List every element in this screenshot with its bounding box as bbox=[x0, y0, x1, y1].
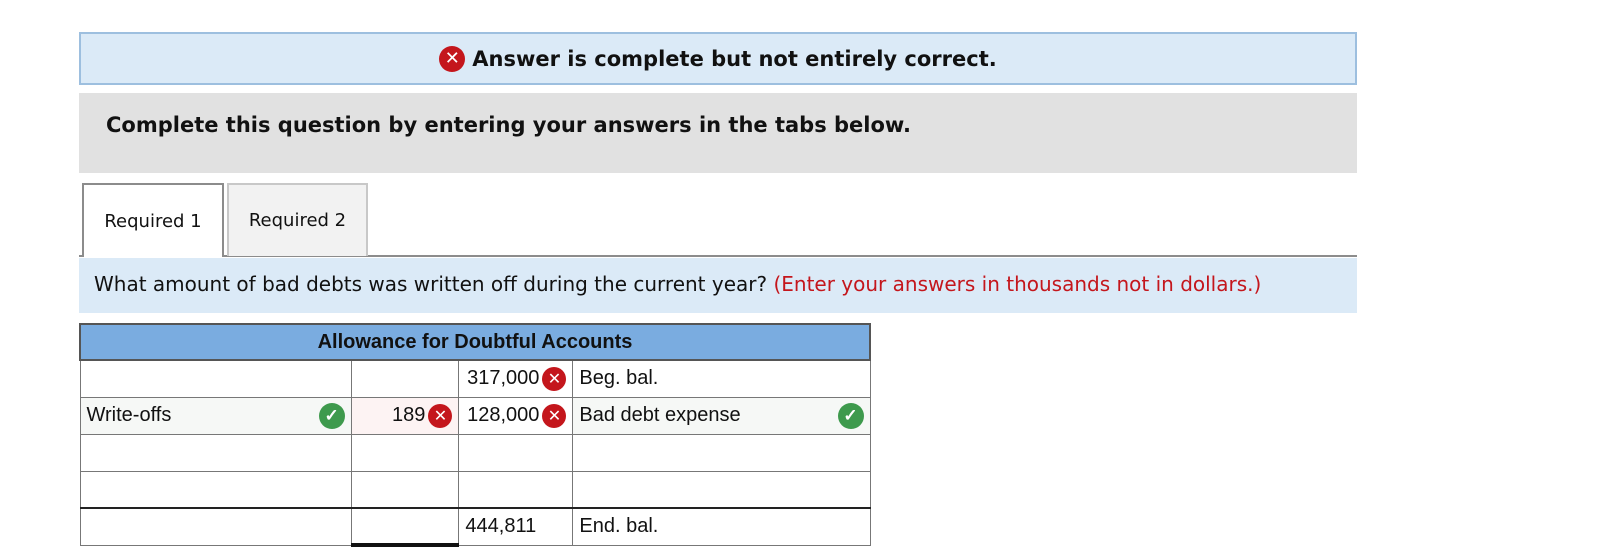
t-account-row bbox=[79, 470, 871, 509]
incorrect-icon: ✕ bbox=[439, 45, 466, 72]
credit-amount-value: 128,000 bbox=[467, 404, 540, 426]
credit-amount-cell[interactable] bbox=[458, 433, 574, 472]
credit-amount-value: 317,000 bbox=[467, 367, 540, 390]
t-account-row: 317,000 ✕ Beg. bal. bbox=[79, 359, 871, 398]
question-box: What amount of bad debts was written off… bbox=[79, 258, 1357, 313]
credit-label-cell[interactable] bbox=[572, 470, 871, 509]
instruction-text: Complete this question by entering your … bbox=[106, 113, 911, 137]
debit-label-cell[interactable] bbox=[79, 359, 352, 398]
incorrect-icon: ✕ bbox=[542, 403, 567, 428]
tab-required-1[interactable]: Required 1 bbox=[82, 183, 224, 257]
t-account-table: Allowance for Doubtful Accounts 317,000 … bbox=[79, 323, 871, 547]
correct-icon: ✓ bbox=[318, 402, 345, 429]
tab-required-2[interactable]: Required 2 bbox=[227, 183, 368, 256]
debit-amount-value: 189 bbox=[392, 404, 426, 426]
status-message: Answer is complete but not entirely corr… bbox=[472, 46, 997, 71]
debit-label-cell[interactable] bbox=[79, 507, 352, 546]
instruction-box: Complete this question by entering your … bbox=[79, 93, 1357, 173]
debit-label-cell[interactable]: Write-offs ✓ bbox=[79, 396, 352, 435]
credit-amount-cell[interactable]: 317,000 ✕ bbox=[458, 359, 574, 398]
credit-label-cell[interactable]: Beg. bal. bbox=[572, 359, 871, 398]
credit-amount-cell[interactable] bbox=[458, 470, 574, 509]
question-text: What amount of bad debts was written off… bbox=[94, 272, 768, 296]
status-banner: ✕ Answer is complete but not entirely co… bbox=[79, 32, 1357, 85]
debit-label-cell[interactable] bbox=[79, 433, 352, 472]
debit-label-value: Write-offs bbox=[86, 404, 172, 426]
debit-amount-cell[interactable] bbox=[350, 470, 460, 509]
ending-balance-label: End. bal. bbox=[579, 515, 659, 538]
incorrect-icon: ✕ bbox=[428, 403, 453, 428]
credit-label-value: Bad debt expense bbox=[579, 404, 741, 426]
credit-label-cell[interactable]: Bad debt expense ✓ bbox=[572, 396, 871, 435]
ending-balance-cell: 444,811 bbox=[458, 507, 574, 546]
t-account-title: Allowance for Doubtful Accounts bbox=[79, 323, 871, 361]
ending-balance-value: 444,811 bbox=[465, 515, 537, 538]
debit-amount-cell[interactable] bbox=[350, 507, 460, 547]
incorrect-icon: ✕ bbox=[542, 366, 567, 391]
t-account-row bbox=[79, 433, 871, 472]
t-account-ending-row: 444,811 End. bal. bbox=[79, 507, 871, 547]
debit-label-cell[interactable] bbox=[79, 470, 352, 509]
debit-amount-cell[interactable]: 189 ✕ bbox=[350, 396, 460, 435]
correct-icon: ✓ bbox=[837, 402, 864, 429]
debit-amount-cell[interactable] bbox=[350, 359, 460, 398]
credit-label-value: Beg. bal. bbox=[579, 367, 659, 390]
t-account-row: Write-offs ✓ 189 ✕ 128,000 ✕ Bad debt ex… bbox=[79, 396, 871, 435]
credit-label-cell[interactable] bbox=[572, 433, 871, 472]
credit-label-cell: End. bal. bbox=[572, 507, 871, 546]
debit-amount-cell[interactable] bbox=[350, 433, 460, 472]
tab-bar: Required 1 Required 2 bbox=[79, 183, 1357, 257]
question-hint: (Enter your answers in thousands not in … bbox=[773, 272, 1262, 296]
credit-amount-cell[interactable]: 128,000 ✕ bbox=[458, 396, 574, 435]
